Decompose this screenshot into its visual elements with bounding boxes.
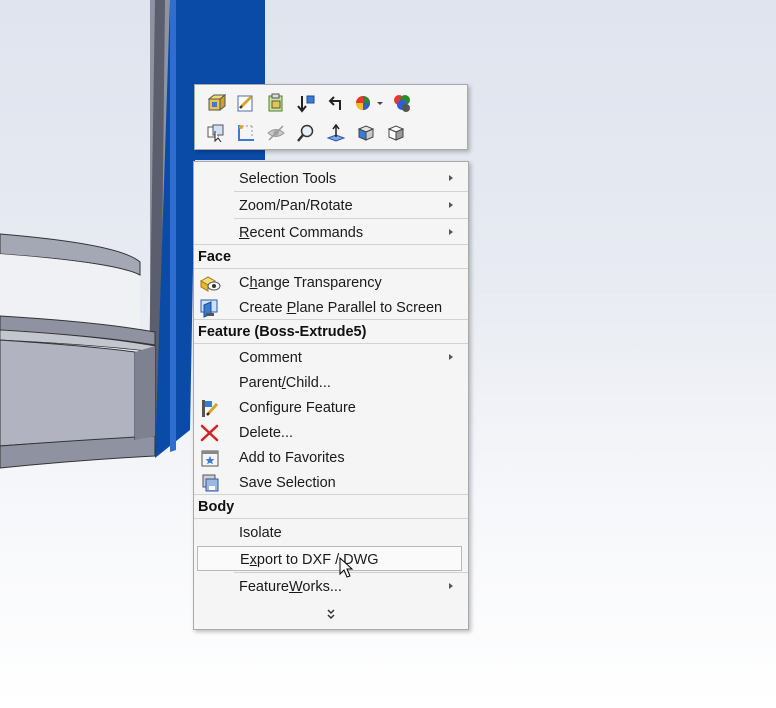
menu-item-configure-feature[interactable]: Configure Feature xyxy=(194,395,468,420)
isometric-view-icon xyxy=(357,125,375,141)
submenu-arrow-icon xyxy=(449,354,453,360)
edit-sketch-icon xyxy=(237,95,253,112)
menu-item-add-to-favorites[interactable]: Add to Favorites xyxy=(194,445,468,470)
menu-item-change-transparency[interactable]: Change Transparency xyxy=(194,270,468,295)
section-header-body: Body xyxy=(198,499,235,515)
normal-to-icon xyxy=(326,123,346,142)
menu-item-featureworks[interactable]: FeatureWorks... xyxy=(194,574,468,599)
paste-feature-button[interactable] xyxy=(261,92,291,114)
submenu-arrow-icon xyxy=(449,202,453,208)
select-other-icon xyxy=(207,124,224,143)
submenu-arrow-icon xyxy=(449,175,453,181)
menu-item-zoom-pan-rotate[interactable]: Zoom/Pan/Rotate xyxy=(194,193,468,218)
zoom-to-selection-button[interactable] xyxy=(201,92,231,114)
sketch-corner-icon xyxy=(238,125,254,141)
section-header-face: Face xyxy=(198,249,232,265)
menu-item-export-dxf-dwg[interactable]: Export to DXF / DWG xyxy=(197,546,462,571)
menu-item-create-plane-parallel[interactable]: Create Plane Parallel to Screen xyxy=(194,295,468,320)
appearance-button[interactable] xyxy=(351,92,387,114)
zoom-button[interactable] xyxy=(291,122,321,144)
edit-sketch-button[interactable] xyxy=(231,92,261,114)
section-header-feature: Feature (Boss-Extrude5) xyxy=(198,324,367,340)
context-menu: Selection Tools Zoom/Pan/Rotate Recent C… xyxy=(193,161,469,630)
hide-body-icon xyxy=(267,125,285,141)
plane-parallel-icon xyxy=(200,299,218,318)
menu-item-recent-commands[interactable]: Recent Commands xyxy=(194,220,468,245)
undo-arrow-icon xyxy=(328,96,341,110)
isometric-view-button[interactable] xyxy=(351,122,381,144)
configure-feature-icon xyxy=(202,400,219,417)
display-states-icon xyxy=(394,95,410,112)
zoom-to-selection-icon xyxy=(207,93,226,112)
display-states-button[interactable] xyxy=(387,92,417,114)
delete-x-icon xyxy=(200,424,219,442)
context-toolbar xyxy=(194,84,468,150)
paste-feature-icon xyxy=(268,93,283,112)
rollback-button[interactable] xyxy=(291,92,321,114)
normal-to-button[interactable] xyxy=(321,122,351,144)
submenu-arrow-icon xyxy=(449,229,453,235)
menu-item-isolate[interactable]: Isolate xyxy=(194,520,468,545)
save-selection-icon xyxy=(202,474,219,492)
favorites-star-icon xyxy=(201,450,219,467)
dropdown-caret-icon xyxy=(377,102,383,105)
expand-menu-chevron-icon[interactable] xyxy=(324,607,338,621)
menu-item-parent-child[interactable]: Parent/Child... xyxy=(194,370,468,395)
view-orientation-button[interactable] xyxy=(381,122,411,144)
hide-body-button[interactable] xyxy=(261,122,291,144)
menu-item-selection-tools[interactable]: Selection Tools xyxy=(194,166,468,191)
view-orientation-icon xyxy=(387,125,405,141)
zoom-icon xyxy=(297,124,314,142)
menu-item-comment[interactable]: Comment xyxy=(194,345,468,370)
submenu-arrow-icon xyxy=(449,583,453,589)
context-toolbar-row-2 xyxy=(201,122,411,144)
rollback-icon xyxy=(297,95,315,113)
context-toolbar-row-1 xyxy=(201,92,417,114)
transparency-icon xyxy=(199,276,221,292)
sketch-corner-button[interactable] xyxy=(231,122,261,144)
appearance-icon xyxy=(356,96,383,110)
select-other-button[interactable] xyxy=(201,122,231,144)
menu-item-delete[interactable]: Delete... xyxy=(194,420,468,445)
undo-button[interactable] xyxy=(321,92,351,114)
menu-item-save-selection[interactable]: Save Selection xyxy=(194,470,468,495)
mouse-pointer-icon xyxy=(339,557,354,578)
